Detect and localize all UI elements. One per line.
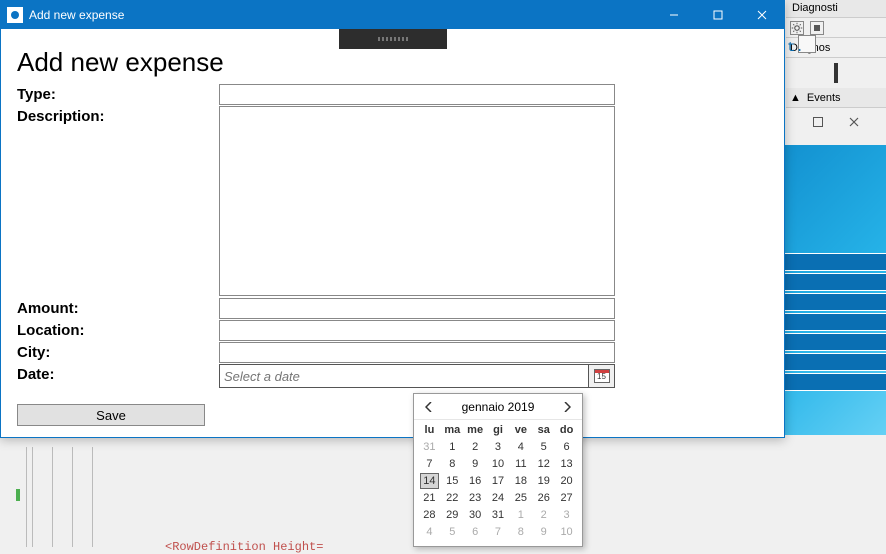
calendar-dow: gi: [489, 422, 508, 438]
calendar-day[interactable]: 7: [420, 456, 439, 472]
calendar-day[interactable]: 6: [466, 524, 485, 540]
maximize-button[interactable]: [696, 1, 740, 29]
calendar-day[interactable]: 13: [557, 456, 576, 472]
calendar-day[interactable]: 31: [489, 507, 508, 523]
calendar-day[interactable]: 1: [443, 439, 462, 455]
date-label: Date:: [17, 364, 219, 383]
background-change-marker: [16, 489, 20, 501]
calendar-day[interactable]: 19: [534, 473, 553, 489]
calendar-day[interactable]: 14: [420, 473, 439, 489]
amount-input[interactable]: [219, 298, 615, 319]
calendar-prev-button[interactable]: [420, 398, 438, 416]
calendar-day[interactable]: 16: [466, 473, 485, 489]
debug-toolbar[interactable]: [339, 29, 447, 49]
date-input[interactable]: [220, 365, 588, 387]
calendar-dow: do: [557, 422, 576, 438]
close-button[interactable]: [740, 1, 784, 29]
calendar-day[interactable]: 24: [489, 490, 508, 506]
stop-icon[interactable]: [810, 21, 824, 35]
city-input[interactable]: [219, 342, 615, 363]
background-close-icon[interactable]: [836, 110, 872, 134]
calendar-day[interactable]: 10: [557, 524, 576, 540]
background-window-controls: [800, 110, 872, 134]
date-picker-button[interactable]: [588, 365, 614, 387]
gear-icon[interactable]: [790, 21, 804, 35]
date-picker: [219, 364, 615, 388]
type-label: Type:: [17, 84, 219, 103]
calendar-day[interactable]: 17: [489, 473, 508, 489]
calendar-day[interactable]: 1: [511, 507, 530, 523]
location-label: Location:: [17, 320, 219, 339]
calendar-day[interactable]: 26: [534, 490, 553, 506]
caret-right-icon: ▲: [790, 92, 801, 104]
calendar-day[interactable]: 25: [511, 490, 530, 506]
background-editor-rulers: [18, 447, 118, 547]
minimize-button[interactable]: [652, 1, 696, 29]
page-title: Add new expense: [17, 47, 768, 78]
description-label: Description:: [17, 106, 219, 125]
background-code-fragment: t.: [787, 40, 804, 56]
calendar-day[interactable]: 6: [557, 439, 576, 455]
calendar-day[interactable]: 2: [466, 439, 485, 455]
calendar-day[interactable]: 20: [557, 473, 576, 489]
calendar-day[interactable]: 28: [420, 507, 439, 523]
calendar-next-button[interactable]: [558, 398, 576, 416]
calendar-day[interactable]: 4: [511, 439, 530, 455]
calendar-day[interactable]: 5: [534, 439, 553, 455]
calendar-day[interactable]: 4: [420, 524, 439, 540]
titlebar[interactable]: Add new expense: [1, 1, 784, 29]
calendar-day[interactable]: 23: [466, 490, 485, 506]
calendar-dow: ma: [443, 422, 462, 438]
calendar-dow: me: [466, 422, 485, 438]
calendar-title[interactable]: gennaio 2019: [438, 400, 558, 414]
debug-toolbar-grip-icon: [378, 37, 408, 41]
calendar-day[interactable]: 2: [534, 507, 553, 523]
events-header[interactable]: ▲ Events: [786, 88, 886, 108]
calendar-day[interactable]: 10: [489, 456, 508, 472]
calendar-icon: [594, 369, 610, 383]
calendar-day[interactable]: 11: [511, 456, 530, 472]
app-icon: [7, 7, 23, 23]
calendar-day[interactable]: 3: [489, 439, 508, 455]
calendar-day[interactable]: 29: [443, 507, 462, 523]
calendar-day[interactable]: 3: [557, 507, 576, 523]
calendar-day[interactable]: 18: [511, 473, 530, 489]
diagnostics-chart-placeholder: [786, 58, 886, 88]
calendar-dow: sa: [534, 422, 553, 438]
background-code-line: <RowDefinition Height=: [165, 540, 323, 554]
type-input[interactable]: [219, 84, 615, 105]
calendar-day[interactable]: 9: [534, 524, 553, 540]
background-maximize-icon[interactable]: [800, 110, 836, 134]
add-expense-window: Add new expense Add new expense Type: De…: [0, 0, 785, 438]
description-input[interactable]: [219, 106, 615, 296]
calendar-dow: ve: [511, 422, 530, 438]
calendar-dow: lu: [420, 422, 439, 438]
calendar-day[interactable]: 15: [443, 473, 462, 489]
window-title: Add new expense: [29, 8, 652, 22]
calendar-popup: gennaio 2019 lumamegivesado3112345678910…: [413, 393, 583, 547]
calendar-day[interactable]: 9: [466, 456, 485, 472]
save-button[interactable]: Save: [17, 404, 205, 426]
city-label: City:: [17, 342, 219, 361]
calendar-day[interactable]: 21: [420, 490, 439, 506]
calendar-day[interactable]: 8: [511, 524, 530, 540]
calendar-day[interactable]: 30: [466, 507, 485, 523]
diagnostics-header: Diagnosti: [786, 0, 886, 18]
location-input[interactable]: [219, 320, 615, 341]
calendar-day[interactable]: 22: [443, 490, 462, 506]
calendar-day[interactable]: 27: [557, 490, 576, 506]
calendar-day[interactable]: 7: [489, 524, 508, 540]
calendar-day[interactable]: 5: [443, 524, 462, 540]
amount-label: Amount:: [17, 298, 219, 317]
calendar-day[interactable]: 8: [443, 456, 462, 472]
calendar-day[interactable]: 31: [420, 439, 439, 455]
calendar-day[interactable]: 12: [534, 456, 553, 472]
